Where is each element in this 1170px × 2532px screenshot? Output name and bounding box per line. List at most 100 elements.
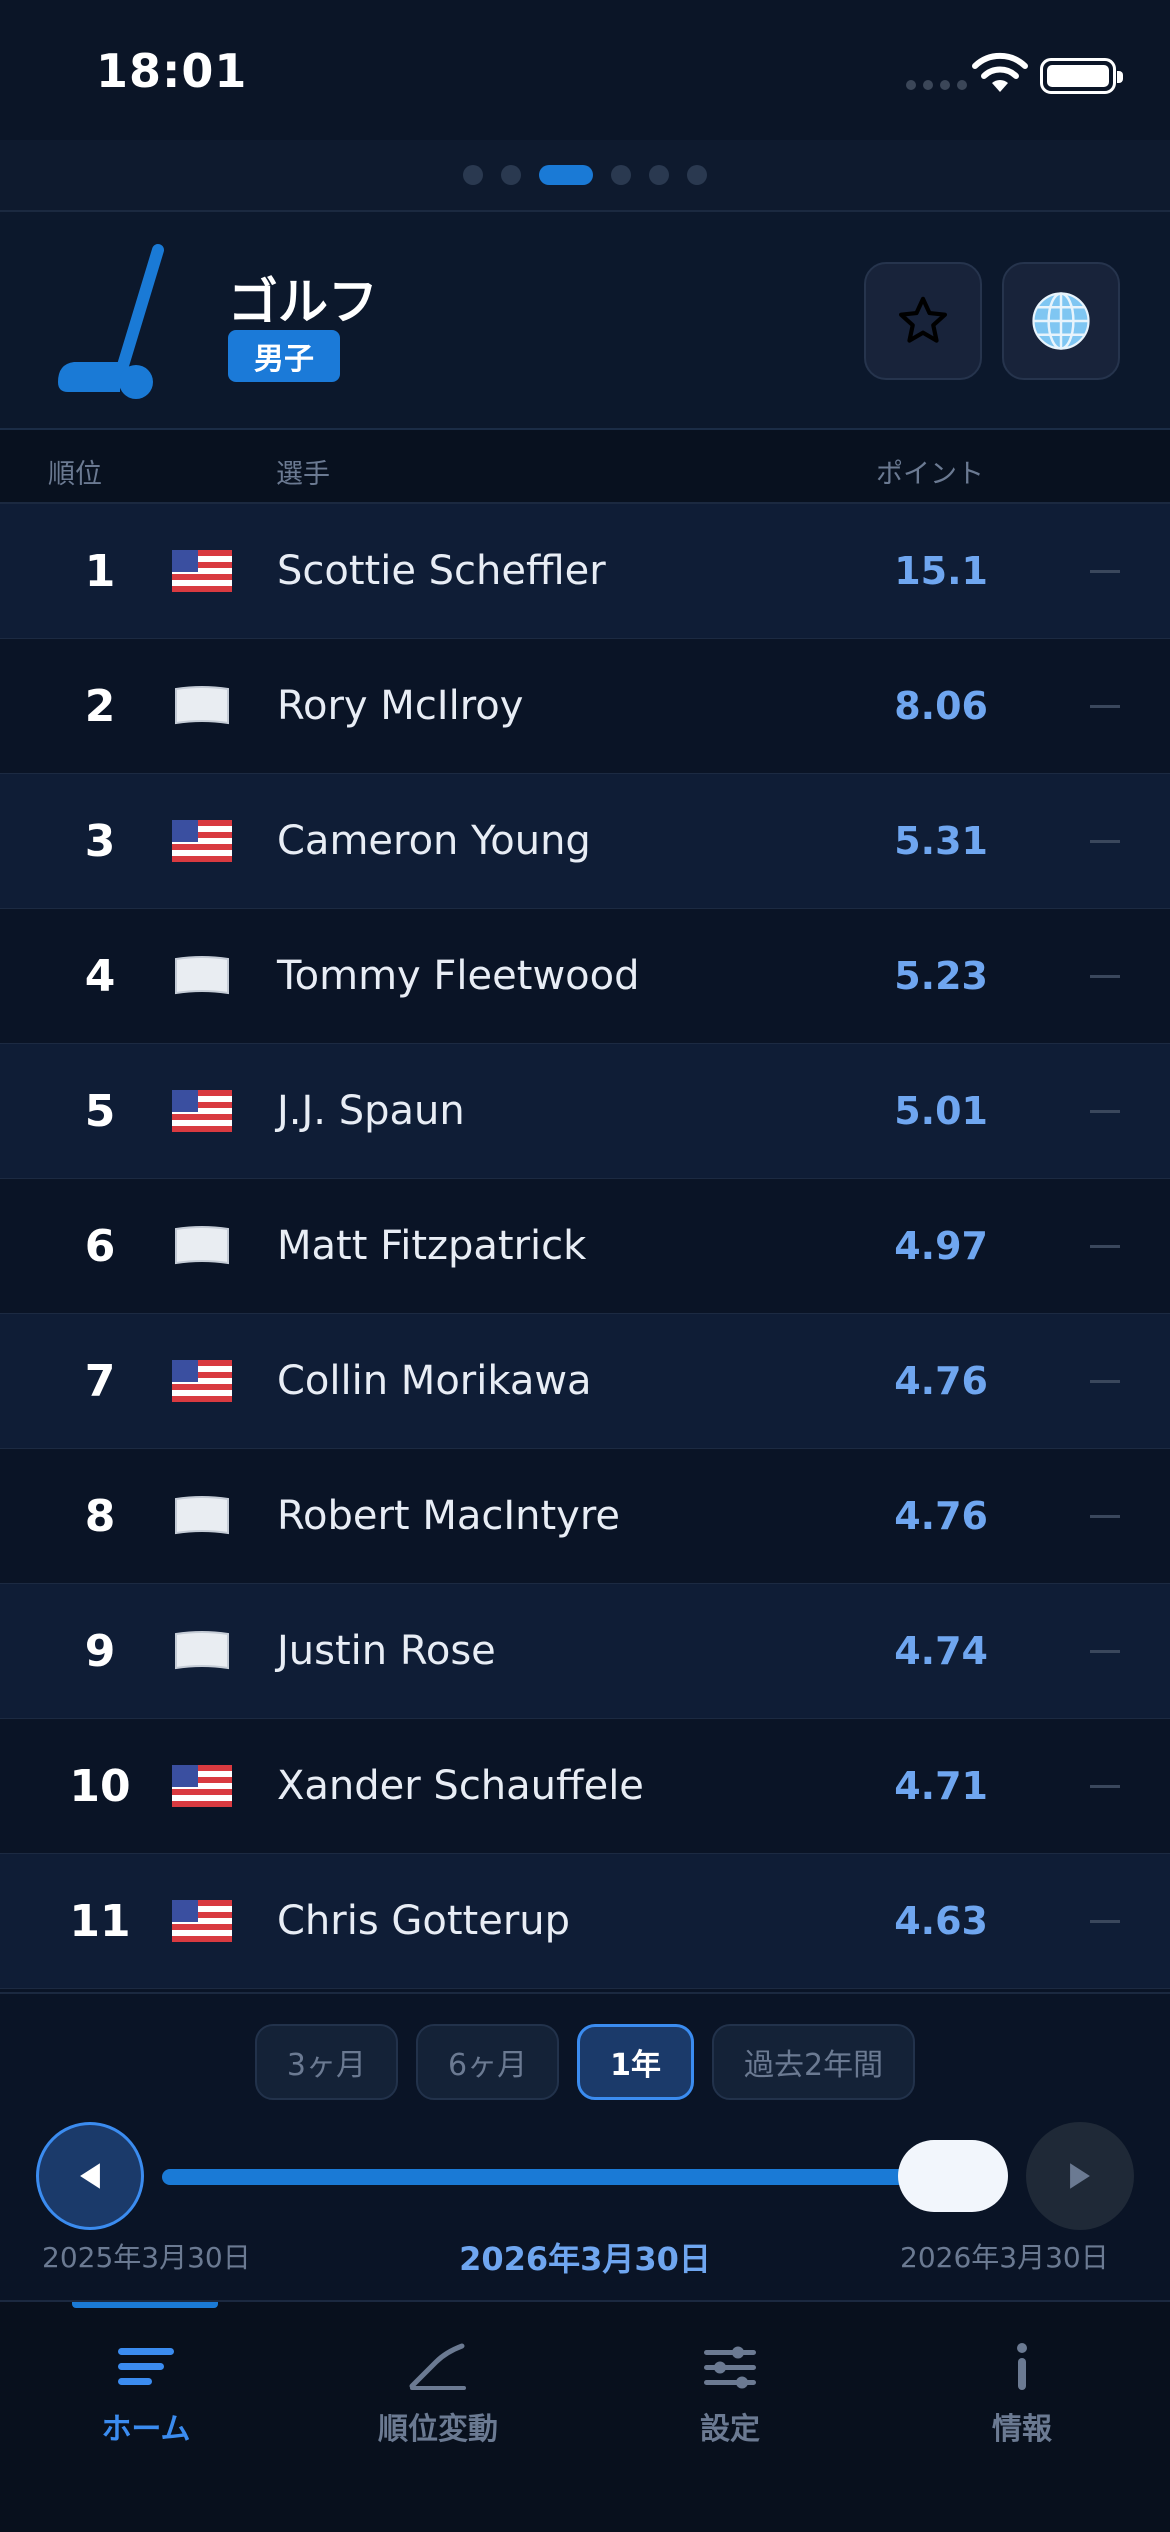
status-time: 18:01 xyxy=(96,44,248,98)
tab-home-label: ホーム xyxy=(101,2412,191,2447)
player-name: Robert MacIntyre xyxy=(277,1493,621,1539)
rank-number: 7 xyxy=(84,1356,116,1407)
region-button[interactable] xyxy=(1002,262,1120,380)
tab-bar: ホーム 順位変動 設定 情報 xyxy=(0,2300,1170,2532)
globe-icon xyxy=(1032,292,1090,350)
ranking-row[interactable]: 11 Chris Gotterup 4.63 xyxy=(0,1854,1170,1989)
usa-flag-icon xyxy=(172,1090,232,1132)
page-indicator[interactable] xyxy=(0,140,1170,212)
ranking-row[interactable]: 3 Cameron Young 5.31 xyxy=(0,774,1170,909)
player-points: 4.76 xyxy=(894,1359,988,1403)
player-points: 5.01 xyxy=(894,1089,988,1133)
ranking-row[interactable]: 5 J.J. Spaun 5.01 xyxy=(0,1044,1170,1179)
player-points: 8.06 xyxy=(894,684,988,728)
rank-number: 2 xyxy=(84,681,116,732)
ranking-column-header: 順位 選手 ポイント xyxy=(0,430,1170,504)
range-3-months[interactable]: 3ヶ月 xyxy=(254,2024,399,2100)
favorite-button[interactable] xyxy=(864,262,982,380)
player-points: 5.23 xyxy=(894,954,988,998)
sport-title: ゴルフ xyxy=(228,273,378,331)
ranking-row[interactable]: 9 Justin Rose 4.74 xyxy=(0,1584,1170,1719)
player-name: Rory McIlroy xyxy=(277,683,524,729)
rank-number: 9 xyxy=(84,1626,116,1677)
player-name: Collin Morikawa xyxy=(277,1358,592,1404)
usa-flag-icon xyxy=(172,1765,232,1807)
tab-settings-label: 設定 xyxy=(700,2412,760,2447)
timeline-slider-track[interactable] xyxy=(162,2169,1000,2185)
player-name: Justin Rose xyxy=(277,1628,496,1674)
active-tab-indicator xyxy=(72,2302,218,2308)
star-icon xyxy=(898,296,948,343)
rank-change-indicator xyxy=(1090,1515,1120,1518)
timeline-controls: 3ヶ月 6ヶ月 1年 過去2年間 2025年3月30日 2026年3月30日 2… xyxy=(0,1992,1170,2300)
wifi-icon xyxy=(972,52,1028,92)
player-points: 4.76 xyxy=(894,1494,988,1538)
ranking-list[interactable]: 1 Scottie Scheffler 15.1 2 Rory McIlroy … xyxy=(0,504,1170,1989)
ranking-row[interactable]: 2 Rory McIlroy 8.06 xyxy=(0,639,1170,774)
ranking-row[interactable]: 7 Collin Morikawa 4.76 xyxy=(0,1314,1170,1449)
timeline-end-date: 2026年3月30日 xyxy=(900,2241,1109,2274)
ranking-row[interactable]: 6 Matt Fitzpatrick 4.97 xyxy=(0,1179,1170,1314)
player-name: J.J. Spaun xyxy=(277,1088,465,1134)
rank-change-indicator xyxy=(1090,1245,1120,1248)
page-dot-active[interactable] xyxy=(539,165,593,185)
rank-change-indicator xyxy=(1090,1380,1120,1383)
white-flag-icon xyxy=(175,1496,229,1535)
gender-badge[interactable]: 男子 xyxy=(228,330,340,382)
white-flag-icon xyxy=(175,686,229,725)
rank-change-indicator xyxy=(1090,1110,1120,1113)
tab-info-label: 情報 xyxy=(992,2412,1052,2447)
info-icon xyxy=(1017,2343,1027,2390)
page-dot[interactable] xyxy=(649,165,669,185)
timeline-slider-thumb[interactable] xyxy=(898,2140,1008,2212)
white-flag-icon xyxy=(175,1631,229,1670)
usa-flag-icon xyxy=(172,550,232,592)
previous-date-button[interactable] xyxy=(36,2122,144,2230)
player-points: 4.63 xyxy=(894,1899,988,1943)
rank-change-indicator xyxy=(1090,1920,1120,1923)
tab-rank-change[interactable]: 順位変動 xyxy=(338,2342,538,2462)
rank-number: 1 xyxy=(84,546,116,597)
ranking-row[interactable]: 8 Robert MacIntyre 4.76 xyxy=(0,1449,1170,1584)
tab-info[interactable]: 情報 xyxy=(922,2342,1122,2462)
rank-change-indicator xyxy=(1090,570,1120,573)
ranking-row[interactable]: 1 Scottie Scheffler 15.1 xyxy=(0,504,1170,639)
rank-change-indicator xyxy=(1090,1650,1120,1653)
usa-flag-icon xyxy=(172,820,232,862)
player-points: 4.71 xyxy=(894,1764,988,1808)
rank-change-indicator xyxy=(1090,975,1120,978)
ranking-row[interactable]: 4 Tommy Fleetwood 5.23 xyxy=(0,909,1170,1044)
player-points: 5.31 xyxy=(894,819,988,863)
rank-number: 8 xyxy=(84,1491,116,1542)
status-bar: 18:01 xyxy=(0,0,1170,140)
range-1-year[interactable]: 1年 xyxy=(577,2024,694,2100)
tab-rank-change-label: 順位変動 xyxy=(378,2412,498,2447)
player-name: Xander Schauffele xyxy=(277,1763,644,1809)
player-name: Cameron Young xyxy=(277,818,591,864)
tab-settings[interactable]: 設定 xyxy=(630,2342,830,2462)
column-points-header: ポイント xyxy=(876,459,984,490)
rank-number: 11 xyxy=(69,1896,131,1947)
rank-number: 3 xyxy=(84,816,116,867)
rank-number: 10 xyxy=(69,1761,131,1812)
page-dot[interactable] xyxy=(611,165,631,185)
list-icon xyxy=(118,2348,174,2385)
page-dot[interactable] xyxy=(501,165,521,185)
player-points: 4.97 xyxy=(894,1224,988,1268)
rank-number: 4 xyxy=(84,951,116,1002)
cellular-signal-icon xyxy=(906,80,967,90)
usa-flag-icon xyxy=(172,1900,232,1942)
player-points: 15.1 xyxy=(894,549,988,593)
tab-home[interactable]: ホーム xyxy=(46,2342,246,2462)
next-date-button[interactable] xyxy=(1026,2122,1134,2230)
page-dot[interactable] xyxy=(463,165,483,185)
range-6-months[interactable]: 6ヶ月 xyxy=(416,2024,560,2100)
ranking-row[interactable]: 10 Xander Schauffele 4.71 xyxy=(0,1719,1170,1854)
page-dot[interactable] xyxy=(687,165,707,185)
sliders-icon xyxy=(704,2346,756,2389)
player-name: Tommy Fleetwood xyxy=(277,953,640,999)
golf-club-icon xyxy=(58,244,164,399)
rank-change-indicator xyxy=(1090,840,1120,843)
column-rank-header: 順位 xyxy=(48,459,102,490)
range-2-years[interactable]: 過去2年間 xyxy=(711,2024,916,2100)
